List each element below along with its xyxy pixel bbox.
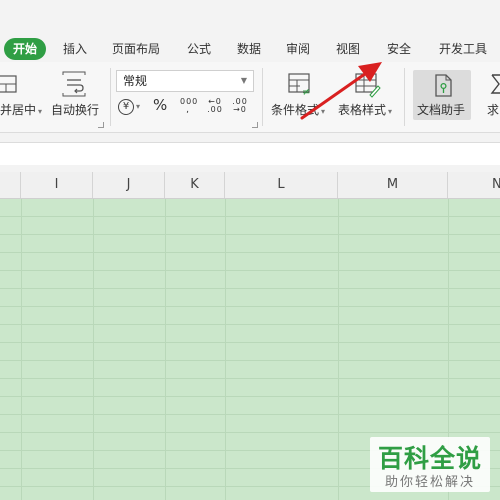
- wrap-text-button[interactable]: 自动换行: [51, 101, 99, 118]
- increase-decimal-button[interactable]: ←0 .00: [207, 98, 223, 114]
- tab-data[interactable]: 数据: [231, 36, 267, 62]
- column-header-m[interactable]: M: [338, 172, 448, 198]
- watermark-subtitle: 助你轻松解决: [384, 475, 475, 490]
- tab-home[interactable]: 开始: [4, 38, 47, 60]
- column-header-row: I J K L M N: [0, 172, 500, 199]
- ribbon-separator: [404, 68, 405, 126]
- watermark-title: 百科全说: [377, 444, 482, 473]
- wrap-text-icon: [60, 71, 88, 97]
- tab-page-layout[interactable]: 页面布局: [106, 36, 166, 62]
- column-header-k[interactable]: K: [165, 172, 225, 198]
- sum-button[interactable]: 求: [487, 101, 500, 118]
- merge-center-icon: [0, 70, 22, 98]
- doc-helper-button[interactable]: 文档助手: [413, 70, 471, 120]
- ribbon-separator: [262, 68, 263, 126]
- watermark-logo: 百科全说 助你轻松解决: [370, 437, 490, 492]
- column-header-j[interactable]: J: [93, 172, 165, 198]
- number-format-select[interactable]: 常规 ▼: [116, 70, 254, 92]
- column-header-h[interactable]: [0, 172, 21, 198]
- decrease-decimal-button[interactable]: .00 →0: [232, 98, 248, 114]
- red-arrow-annotation: [300, 62, 382, 120]
- percent-format-button[interactable]: %: [153, 96, 167, 114]
- ribbon-separator: [110, 68, 111, 126]
- column-gridline: [21, 199, 22, 500]
- tab-insert[interactable]: 插入: [57, 36, 93, 62]
- formula-bar[interactable]: [0, 142, 500, 166]
- number-group-launcher-icon[interactable]: [252, 122, 258, 128]
- tab-formulas[interactable]: 公式: [181, 36, 217, 62]
- column-header-n[interactable]: N: [448, 172, 500, 198]
- column-gridline: [93, 199, 94, 500]
- merge-center-button[interactable]: 并居中 ▾: [0, 101, 42, 118]
- column-gridline: [165, 199, 166, 500]
- column-gridline: [338, 199, 339, 500]
- column-gridline: [225, 199, 226, 500]
- doc-helper-icon: [433, 74, 453, 102]
- sum-icon: [489, 72, 500, 98]
- thousands-separator-button[interactable]: 000,: [180, 98, 197, 115]
- column-header-i[interactable]: I: [21, 172, 93, 198]
- tab-developer-tools[interactable]: 开发工具: [433, 36, 493, 62]
- currency-icon: ¥: [118, 99, 134, 115]
- alignment-group-launcher-icon[interactable]: [98, 122, 104, 128]
- column-header-l[interactable]: L: [225, 172, 338, 198]
- toolbar-gap: [0, 165, 500, 172]
- currency-format-button[interactable]: ¥ ▾: [118, 98, 140, 115]
- ribbon-tab-bar: 开始 插入 页面布局 公式 数据 审阅 视图 安全 开发工具: [0, 36, 500, 62]
- doc-helper-label: 文档助手: [417, 103, 466, 117]
- chevron-down-icon: ▼: [240, 76, 247, 85]
